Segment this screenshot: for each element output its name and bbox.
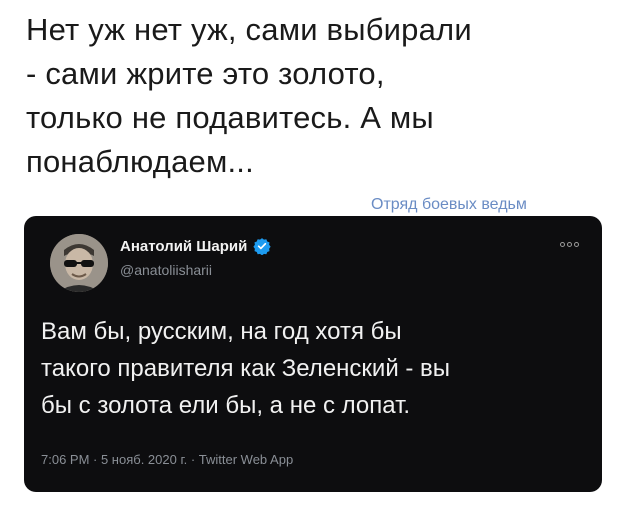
tweet-text-line: Вам бы, русским, на год хотя бы (41, 318, 402, 345)
author-handle[interactable]: @anatoliisharii (120, 262, 212, 278)
avatar[interactable] (50, 234, 108, 292)
caption-line: Нет уж нет уж, сами выбирали (26, 12, 472, 47)
tweet-text-line: бы с золота ели бы, а не с лопат. (41, 392, 411, 419)
verified-badge-icon (253, 237, 271, 256)
meme-caption: Нет уж нет уж, сами выбирали - сами жрит… (26, 8, 606, 184)
author-name[interactable]: Анатолий Шарий (120, 238, 247, 255)
more-options-icon[interactable] (560, 238, 584, 250)
avatar-image (50, 234, 108, 292)
tweet-timestamp[interactable]: 7:06 PM · 5 нояб. 2020 г. · Twitter Web … (41, 452, 293, 467)
tweet-card: Анатолий Шарий @anatoliisharii Вам бы, р… (24, 216, 602, 492)
caption-line: только не подавитесь. А мы (26, 100, 434, 135)
tweet-text-line: такого правителя как Зеленский - вы (41, 355, 451, 382)
tweet-text: Вам бы, русским, на год хотя бы такого п… (41, 313, 596, 424)
caption-line: понаблюдаем... (26, 144, 254, 179)
caption-line: - сами жрите это золото, (26, 56, 385, 91)
author-row: Анатолий Шарий (120, 237, 271, 256)
watermark-text: Отряд боевых ведьм (371, 196, 527, 213)
